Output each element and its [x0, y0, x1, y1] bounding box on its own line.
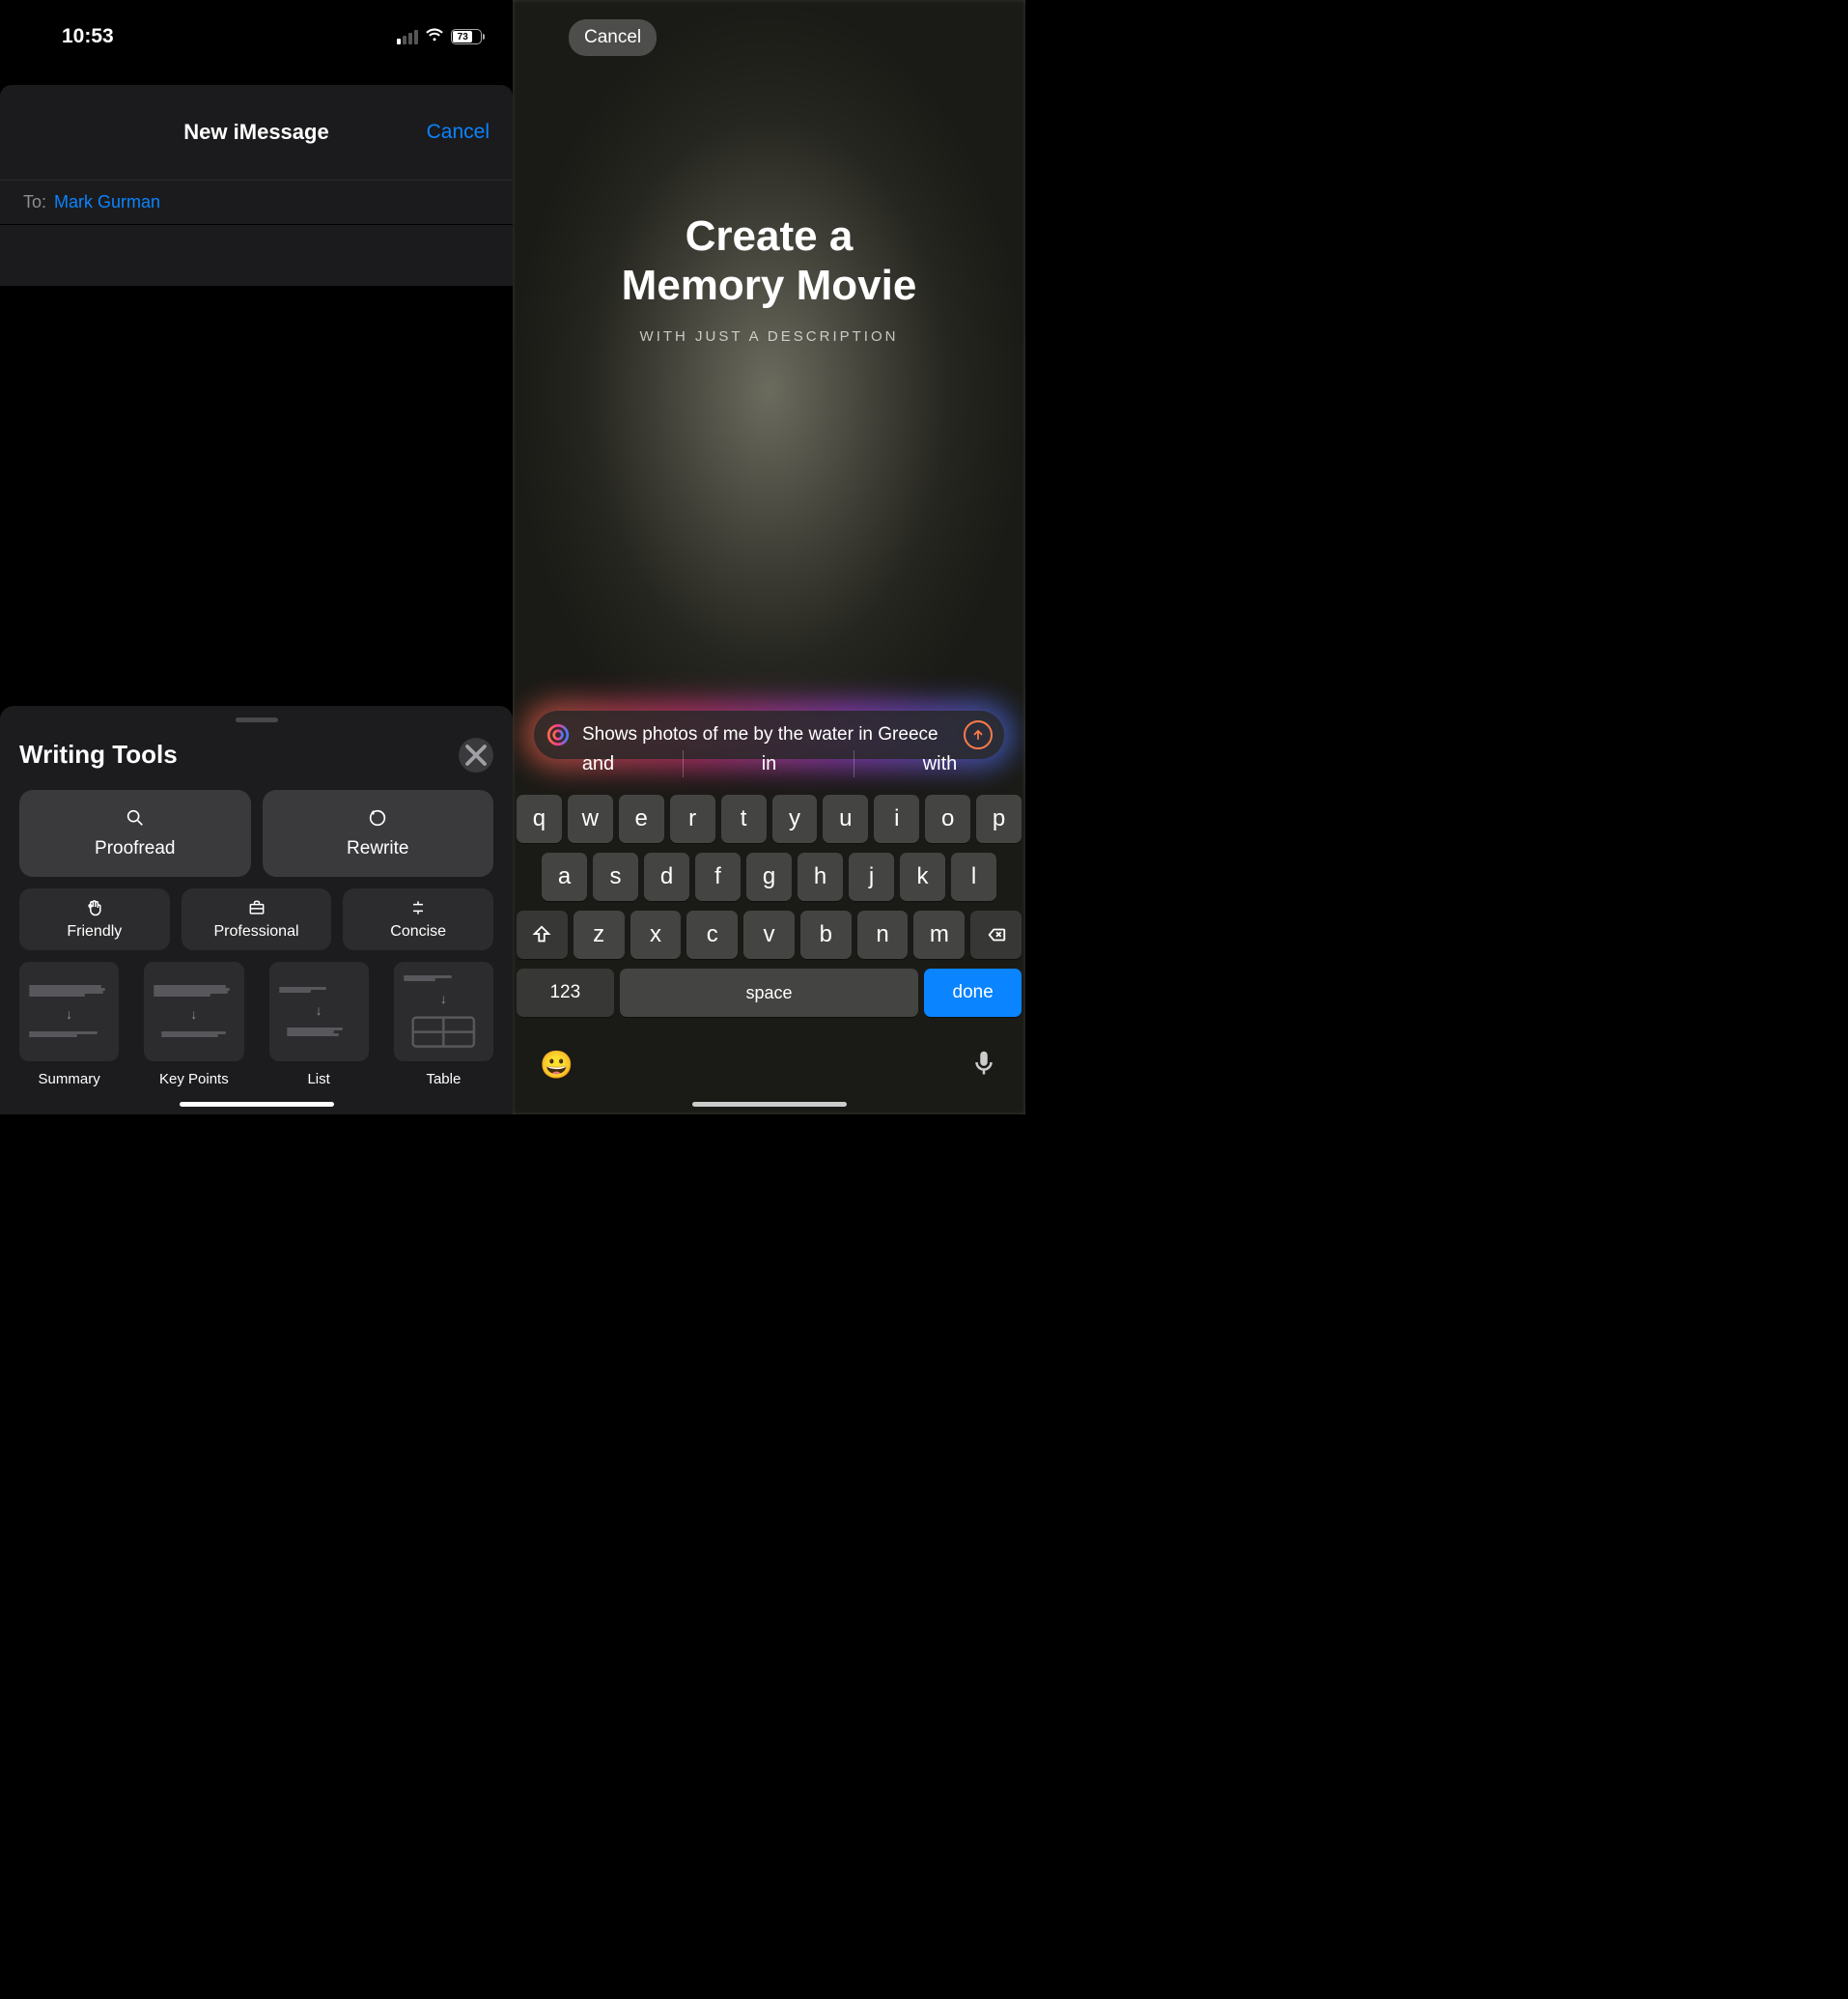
key-m[interactable]: m — [913, 911, 965, 959]
key-c[interactable]: c — [686, 911, 738, 959]
wave-icon — [85, 898, 104, 917]
key-d[interactable]: d — [644, 853, 689, 901]
concise-icon — [408, 898, 428, 917]
key-o[interactable]: o — [925, 795, 970, 843]
new-message-sheet: New iMessage Cancel To: Mark Gurman + Hi… — [0, 85, 513, 1114]
memory-movie-screenshot: Cancel Create aMemory Movie WITH JUST A … — [513, 0, 1025, 1114]
key-f[interactable]: f — [695, 853, 741, 901]
briefcase-icon — [247, 898, 266, 917]
suggestion[interactable]: and — [513, 739, 684, 789]
suggestion[interactable]: with — [854, 739, 1025, 789]
key-u[interactable]: u — [823, 795, 868, 843]
to-field[interactable]: To: Mark Gurman — [0, 180, 513, 225]
close-button[interactable] — [459, 738, 493, 773]
wifi-icon — [424, 23, 445, 50]
key-j[interactable]: j — [849, 853, 894, 901]
table-tile[interactable]: ↓ — [394, 962, 493, 1061]
friendly-button[interactable]: Friendly — [19, 888, 170, 950]
key-r[interactable]: r — [670, 795, 715, 843]
key-v[interactable]: v — [743, 911, 795, 959]
status-bar: 10:53 73 — [0, 0, 513, 62]
summary-tile[interactable]: ↓ — [19, 962, 119, 1061]
key-points-tile[interactable]: ↓ — [144, 962, 243, 1061]
rewrite-icon — [367, 807, 388, 829]
writing-tools-panel: Writing Tools Proofread Rewrite — [0, 706, 513, 1114]
memory-title: Create aMemory Movie — [513, 212, 1025, 310]
key-y[interactable]: y — [772, 795, 818, 843]
table-icon — [411, 1016, 476, 1048]
rewrite-button[interactable]: Rewrite — [263, 790, 494, 877]
key-z[interactable]: z — [574, 911, 625, 959]
key-b[interactable]: b — [800, 911, 852, 959]
dictation-button[interactable] — [969, 1048, 998, 1082]
proofread-button[interactable]: Proofread — [19, 790, 251, 877]
delete-key[interactable] — [970, 911, 1022, 959]
space-key[interactable]: space — [620, 969, 919, 1017]
cellular-signal-icon — [397, 30, 418, 44]
magnifier-icon — [125, 807, 146, 829]
home-indicator[interactable] — [180, 1102, 334, 1107]
battery-icon: 73 — [451, 29, 482, 44]
key-t[interactable]: t — [721, 795, 767, 843]
key-w[interactable]: w — [568, 795, 613, 843]
writing-tools-title: Writing Tools — [19, 740, 178, 770]
numbers-key[interactable]: 123 — [517, 969, 614, 1017]
done-key[interactable]: done — [924, 969, 1022, 1017]
imessage-screenshot: 10:53 73 New iMessage Cancel To: Mark Gu… — [0, 0, 513, 1114]
concise-button[interactable]: Concise — [343, 888, 493, 950]
emoji-button[interactable]: 😀 — [540, 1049, 574, 1081]
key-a[interactable]: a — [542, 853, 587, 901]
key-l[interactable]: l — [951, 853, 996, 901]
key-e[interactable]: e — [619, 795, 664, 843]
key-q[interactable]: q — [517, 795, 562, 843]
cancel-button[interactable]: Cancel — [427, 121, 490, 144]
key-i[interactable]: i — [874, 795, 919, 843]
key-s[interactable]: s — [593, 853, 638, 901]
key-x[interactable]: x — [630, 911, 682, 959]
sheet-title: New iMessage — [183, 120, 328, 145]
key-n[interactable]: n — [857, 911, 909, 959]
key-k[interactable]: k — [900, 853, 945, 901]
status-time: 10:53 — [62, 25, 114, 48]
key-g[interactable]: g — [746, 853, 792, 901]
recipient-name[interactable]: Mark Gurman — [54, 192, 160, 212]
cancel-button[interactable]: Cancel — [569, 19, 657, 56]
grabber-handle[interactable] — [236, 718, 278, 722]
key-p[interactable]: p — [976, 795, 1022, 843]
keyboard: and in with q w e r t y u i o p a s d f — [513, 731, 1025, 1114]
suggestion[interactable]: in — [684, 739, 854, 789]
home-indicator[interactable] — [692, 1102, 847, 1107]
professional-button[interactable]: Professional — [182, 888, 332, 950]
key-h[interactable]: h — [798, 853, 843, 901]
memory-subtitle: WITH JUST A DESCRIPTION — [513, 328, 1025, 345]
to-label: To: — [23, 192, 46, 212]
list-tile[interactable]: ↓ — [269, 962, 369, 1061]
shift-key[interactable] — [517, 911, 568, 959]
